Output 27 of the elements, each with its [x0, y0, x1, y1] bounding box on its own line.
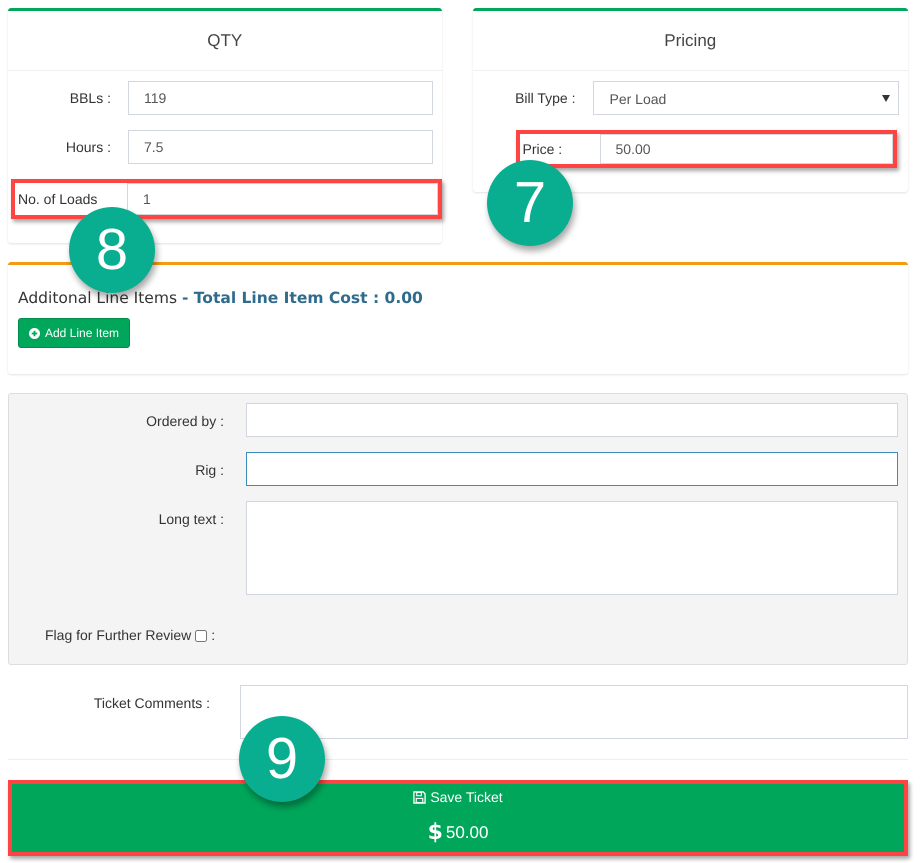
panel-title: Pricing: [472, 11, 908, 71]
step-number-badge: 7: [487, 160, 573, 246]
text-area[interactable]: [246, 501, 898, 595]
caret-icon: [882, 95, 890, 102]
checkbox[interactable]: [195, 630, 208, 642]
field-label: Long text :: [158, 510, 225, 529]
text-input[interactable]: 1: [127, 183, 438, 215]
field-label: Flag for Further Review: [45, 626, 192, 645]
field-label: BBLs :: [68, 88, 112, 108]
text-area[interactable]: [240, 685, 908, 739]
text-input[interactable]: [246, 452, 898, 486]
field-label: Ordered by :: [145, 412, 225, 431]
field-label: Bill Type :: [514, 88, 576, 108]
bill-type-select[interactable]: Per Load: [592, 81, 899, 115]
colon-text: :: [211, 626, 216, 645]
text-input[interactable]: 50.00: [600, 134, 893, 164]
text-input[interactable]: 7.5: [128, 130, 432, 164]
field-label: No. of Loads: [17, 190, 98, 208]
field-label: Hours :: [64, 138, 112, 156]
field-label: Rig :: [194, 461, 225, 480]
field-label: Ticket Comments :: [92, 694, 211, 713]
plus-circle-icon: [29, 328, 40, 339]
text-input[interactable]: 119: [128, 81, 432, 115]
total-amount: $50.00: [428, 819, 488, 847]
save-label: Save Ticket: [413, 787, 503, 808]
panel-title: QTY: [8, 11, 442, 71]
field-label: Price :: [522, 140, 564, 158]
